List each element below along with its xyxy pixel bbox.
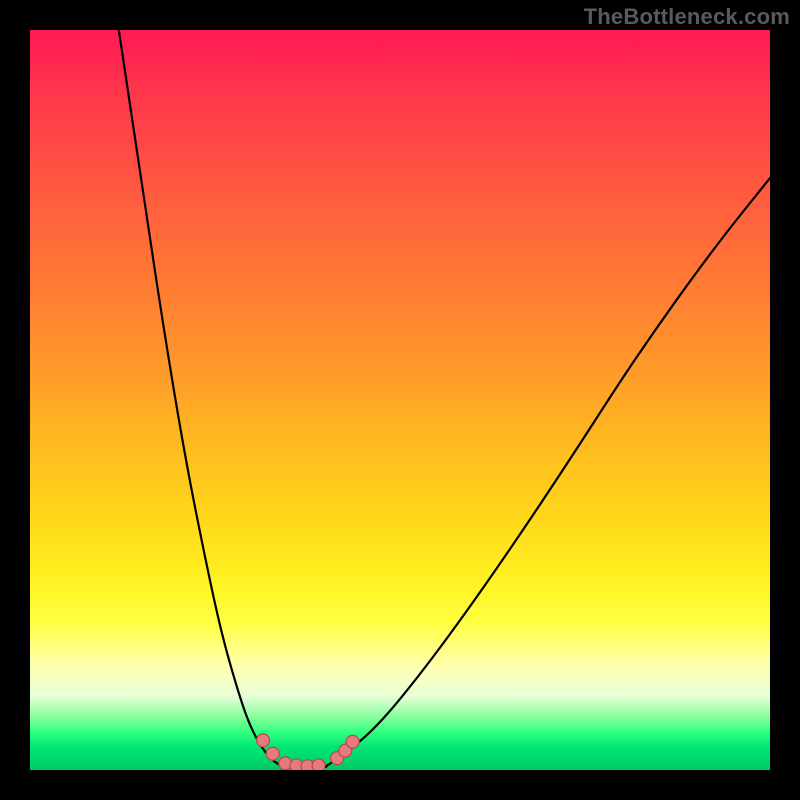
data-marker — [257, 734, 270, 747]
left-curve — [119, 30, 282, 766]
marker-group — [257, 734, 360, 770]
right-curve — [326, 178, 770, 766]
curve-layer — [30, 30, 770, 770]
data-marker — [266, 747, 279, 760]
attribution-label: TheBottleneck.com — [584, 4, 790, 30]
data-marker — [312, 759, 325, 770]
plot-area — [30, 30, 770, 770]
chart-root: TheBottleneck.com — [0, 0, 800, 800]
data-marker — [346, 735, 359, 748]
